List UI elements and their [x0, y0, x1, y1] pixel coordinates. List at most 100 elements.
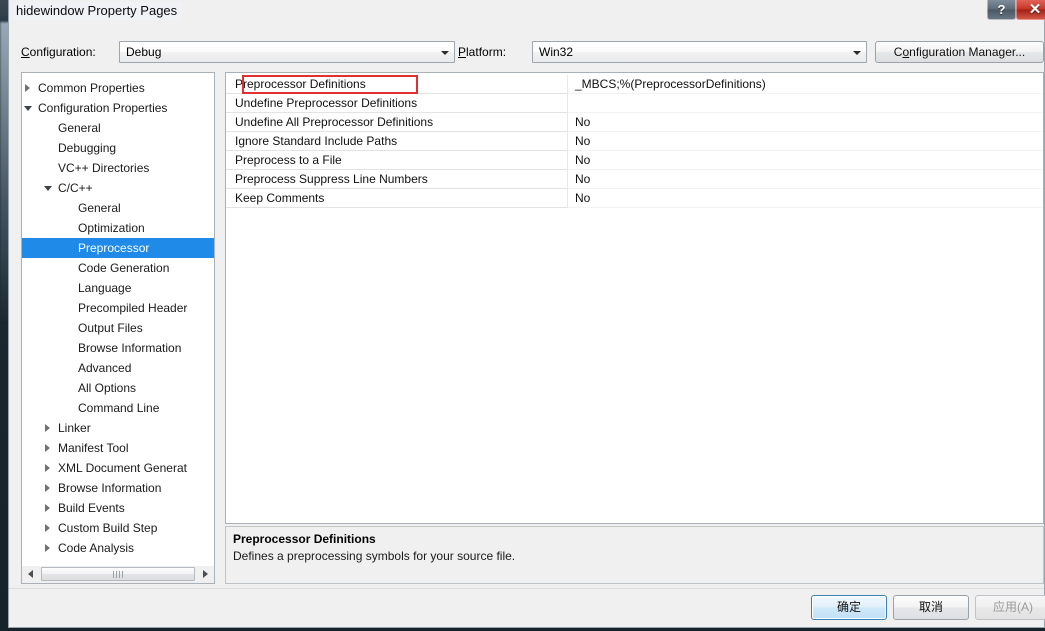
tree-horizontal-scrollbar[interactable]	[21, 566, 215, 584]
configuration-label-rest: onfiguration:	[29, 45, 96, 59]
tree-item-code-generation[interactable]: Code Generation	[22, 258, 214, 278]
tree-item-advanced[interactable]: Advanced	[22, 358, 214, 378]
chevron-right-icon[interactable]	[44, 464, 53, 473]
scroll-right-arrow-icon[interactable]	[197, 566, 213, 582]
tree-item-label: Linker	[58, 421, 91, 435]
property-row[interactable]: Ignore Standard Include Paths No	[226, 132, 1043, 151]
column-divider	[567, 113, 568, 132]
column-divider	[567, 94, 568, 113]
tree-item-label: Manifest Tool	[58, 441, 129, 455]
close-icon: ✕	[1028, 1, 1042, 18]
chevron-right-icon[interactable]	[44, 484, 53, 493]
property-row[interactable]: Preprocess to a File No	[226, 151, 1043, 170]
property-pages-dialog: hidewindow Property Pages ? ✕ Configurat…	[8, 0, 1045, 628]
configuration-dropdown[interactable]: Debug	[119, 41, 455, 63]
tree-item-xml-document-generat[interactable]: XML Document Generat	[22, 458, 214, 478]
tree-item-label: General	[58, 121, 101, 135]
chevron-right-icon[interactable]	[44, 444, 53, 453]
tree-item-code-analysis[interactable]: Code Analysis	[22, 538, 214, 558]
column-divider	[567, 170, 568, 189]
tree-item-c-c[interactable]: C/C++	[22, 178, 214, 198]
chevron-right-icon[interactable]	[44, 544, 53, 553]
property-value[interactable]: _MBCS;%(PreprocessorDefinitions)	[575, 77, 766, 91]
help-button[interactable]: ?	[987, 0, 1016, 20]
tree-item-label: All Options	[78, 381, 137, 395]
platform-label-accel: P	[458, 45, 467, 59]
chevron-right-icon[interactable]	[44, 504, 53, 513]
tree-item-configuration-properties[interactable]: Configuration Properties	[22, 98, 214, 118]
tree-item-vc-directories[interactable]: VC++ Directories	[22, 158, 214, 178]
property-value[interactable]: No	[575, 153, 590, 167]
properties-tree[interactable]: Common Properties Configuration Propertie…	[21, 72, 215, 572]
chevron-down-icon[interactable]	[44, 184, 53, 193]
tree-item-label: Precompiled Header	[78, 301, 188, 315]
tree-item-label: Build Events	[58, 501, 125, 515]
cancel-button[interactable]: 取消	[893, 595, 969, 620]
tree-item-label: Optimization	[78, 221, 145, 235]
row-divider	[567, 207, 1043, 208]
description-panel: Preprocessor Definitions Defines a prepr…	[225, 526, 1044, 584]
tree-item-manifest-tool[interactable]: Manifest Tool	[22, 438, 214, 458]
row-divider	[226, 207, 567, 208]
property-grid[interactable]: Preprocessor Definitions _MBCS;%(Preproce…	[225, 72, 1044, 524]
tree-item-label: XML Document Generat	[58, 461, 187, 475]
tree-item-label: C/C++	[58, 181, 93, 195]
tree-item-label: Configuration Properties	[38, 101, 168, 115]
property-row[interactable]: Preprocess Suppress Line Numbers No	[226, 170, 1043, 189]
platform-dropdown[interactable]: Win32	[532, 41, 867, 63]
chevron-right-icon[interactable]	[24, 84, 33, 93]
chevron-down-icon[interactable]	[24, 104, 33, 113]
platform-value: Win32	[539, 45, 574, 59]
footer-divider	[9, 588, 1044, 589]
tree-item-preprocessor[interactable]: Preprocessor	[22, 238, 214, 258]
chevron-right-icon[interactable]	[44, 424, 53, 433]
property-value[interactable]: No	[575, 191, 590, 205]
tree-item-browse-information[interactable]: Browse Information	[22, 478, 214, 498]
property-row[interactable]: Undefine Preprocessor Definitions	[226, 94, 1043, 113]
property-name: Ignore Standard Include Paths	[235, 134, 398, 148]
column-divider	[567, 151, 568, 170]
chevron-down-icon[interactable]	[848, 43, 865, 61]
ok-button[interactable]: 确定	[811, 595, 887, 620]
property-value[interactable]: No	[575, 115, 590, 129]
scroll-left-arrow-icon[interactable]	[23, 566, 39, 582]
property-row[interactable]: Preprocessor Definitions _MBCS;%(Preproce…	[226, 75, 1043, 94]
chevron-right-icon[interactable]	[44, 524, 53, 533]
tree-item-label: Preprocessor	[78, 241, 150, 255]
tree-item-browse-information[interactable]: Browse Information	[22, 338, 214, 358]
column-divider	[567, 75, 568, 94]
tree-item-label: Browse Information	[58, 481, 162, 495]
configuration-value: Debug	[126, 45, 162, 59]
column-divider	[567, 132, 568, 151]
scrollbar-thumb[interactable]	[41, 567, 195, 581]
property-row[interactable]: Keep Comments No	[226, 189, 1043, 208]
property-name: Undefine All Preprocessor Definitions	[235, 115, 434, 129]
apply-button: 应用(A)	[975, 595, 1045, 620]
tree-item-label: Command Line	[78, 401, 160, 415]
tree-item-output-files[interactable]: Output Files	[22, 318, 214, 338]
tree-item-precompiled-header[interactable]: Precompiled Header	[22, 298, 214, 318]
tree-item-label: General	[78, 201, 121, 215]
tree-item-build-events[interactable]: Build Events	[22, 498, 214, 518]
property-row[interactable]: Undefine All Preprocessor Definitions No	[226, 113, 1043, 132]
property-value[interactable]: No	[575, 172, 590, 186]
tree-item-common-properties[interactable]: Common Properties	[22, 78, 214, 98]
chevron-down-icon[interactable]	[436, 43, 453, 61]
configuration-manager-button[interactable]: Configuration Manager...	[875, 41, 1044, 63]
tree-item-all-options[interactable]: All Options	[22, 378, 214, 398]
tree-item-label: Language	[78, 281, 132, 295]
platform-label-rest: latform:	[466, 45, 507, 59]
tree-item-command-line[interactable]: Command Line	[22, 398, 214, 418]
close-button[interactable]: ✕	[1016, 0, 1045, 20]
property-value[interactable]: No	[575, 134, 590, 148]
tree-item-linker[interactable]: Linker	[22, 418, 214, 438]
tree-item-label: VC++ Directories	[58, 161, 150, 175]
tree-item-custom-build-step[interactable]: Custom Build Step	[22, 518, 214, 538]
tree-item-general[interactable]: General	[22, 118, 214, 138]
description-title: Preprocessor Definitions	[233, 532, 376, 546]
tree-item-general[interactable]: General	[22, 198, 214, 218]
tree-item-debugging[interactable]: Debugging	[22, 138, 214, 158]
scrollbar-grip-icon	[113, 571, 123, 578]
tree-item-optimization[interactable]: Optimization	[22, 218, 214, 238]
tree-item-language[interactable]: Language	[22, 278, 214, 298]
